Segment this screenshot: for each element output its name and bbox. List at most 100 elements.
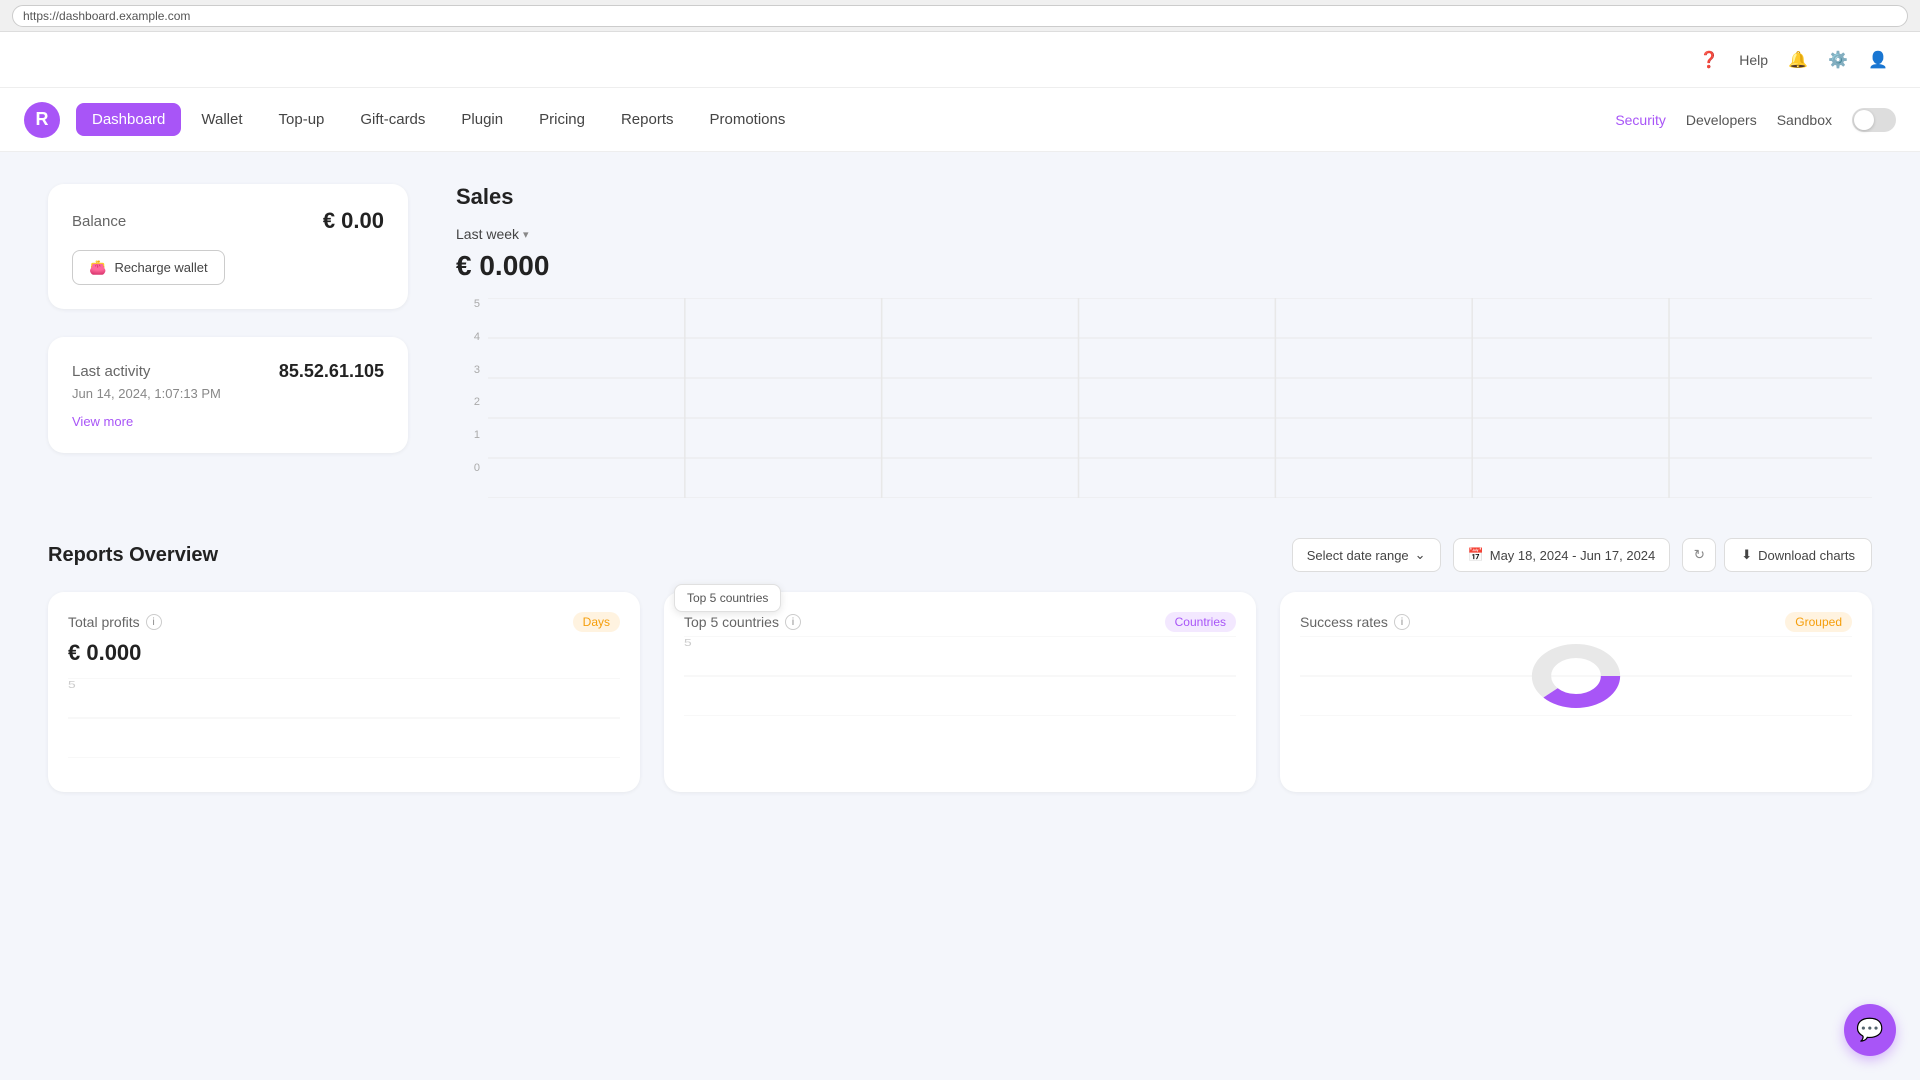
period-selector[interactable]: Last week ▾ xyxy=(456,226,529,242)
bell-icon[interactable]: 🔔 xyxy=(1788,50,1808,70)
reports-title: Reports Overview xyxy=(48,544,218,567)
recharge-wallet-button[interactable]: 👛 Recharge wallet xyxy=(72,250,225,285)
sales-title: Sales xyxy=(456,184,1872,210)
chat-fab-button[interactable]: 💬 xyxy=(1844,1004,1896,1056)
user-avatar-icon[interactable]: 👤 xyxy=(1868,50,1888,70)
chart-svg xyxy=(488,298,1872,498)
period-label: Last week xyxy=(456,226,519,242)
success-rates-label: Success rates xyxy=(1300,614,1388,630)
balance-label: Balance xyxy=(72,213,126,230)
download-charts-button[interactable]: ⬇ Download charts xyxy=(1724,538,1872,572)
y-label-4: 4 xyxy=(474,331,480,343)
top-5-countries-chart: 5 xyxy=(684,636,1236,716)
nav-security-link[interactable]: Security xyxy=(1615,112,1666,128)
date-range-display[interactable]: 📅 May 18, 2024 - Jun 17, 2024 xyxy=(1453,538,1671,572)
refresh-button[interactable]: ↻ xyxy=(1682,538,1716,572)
chart-area xyxy=(488,298,1872,498)
help-label[interactable]: Help xyxy=(1739,52,1768,68)
calendar-icon: 📅 xyxy=(1468,547,1484,563)
total-profits-card: Total profits i Days € 0.000 5 xyxy=(48,592,640,792)
activity-date: Jun 14, 2024, 1:07:13 PM xyxy=(72,386,384,401)
success-rates-title: Success rates i xyxy=(1300,614,1410,630)
reports-right-controls: ↻ ⬇ Download charts xyxy=(1682,538,1872,572)
chevron-down-icon: ⌄ xyxy=(1415,547,1426,563)
y-label-2: 2 xyxy=(474,396,480,408)
total-profits-chart: 5 xyxy=(68,678,620,758)
reports-controls: Select date range ⌄ 📅 May 18, 2024 - Jun… xyxy=(1292,538,1872,572)
activity-ip: 85.52.61.105 xyxy=(279,361,384,382)
chat-icon: 💬 xyxy=(1856,1017,1883,1043)
reports-grid: Total profits i Days € 0.000 5 xyxy=(48,592,1872,792)
nav-item-giftcards[interactable]: Gift-cards xyxy=(344,103,441,136)
address-bar[interactable] xyxy=(12,5,1908,27)
nav-item-reports[interactable]: Reports xyxy=(605,103,690,136)
top-5-countries-info-icon[interactable]: i xyxy=(785,614,801,630)
tooltip-box: Top 5 countries xyxy=(674,584,781,612)
nav-item-wallet[interactable]: Wallet xyxy=(185,103,258,136)
view-more-link[interactable]: View more xyxy=(72,414,133,429)
download-label: Download charts xyxy=(1758,548,1855,563)
browser-bar xyxy=(0,0,1920,32)
success-rates-card: Success rates i Grouped xyxy=(1280,592,1872,792)
success-rates-badge[interactable]: Grouped xyxy=(1785,612,1852,632)
tooltip-text: Top 5 countries xyxy=(687,591,768,605)
nav-item-plugin[interactable]: Plugin xyxy=(445,103,519,136)
sales-header: Last week ▾ xyxy=(456,226,1872,242)
nav-item-promotions[interactable]: Promotions xyxy=(694,103,802,136)
nav-right: Security Developers Sandbox xyxy=(1615,108,1896,132)
success-rates-info-icon[interactable]: i xyxy=(1394,614,1410,630)
help-icon[interactable]: ❓ xyxy=(1699,50,1719,70)
nav-item-dashboard[interactable]: Dashboard xyxy=(76,103,181,136)
gear-icon[interactable]: ⚙️ xyxy=(1828,50,1848,70)
date-range-label: Select date range xyxy=(1307,548,1409,563)
nav-item-topup[interactable]: Top-up xyxy=(263,103,341,136)
reports-section: Reports Overview Select date range ⌄ 📅 M… xyxy=(48,538,1872,792)
top-5-countries-label: Top 5 countries xyxy=(684,614,779,630)
wallet-icon: 👛 xyxy=(89,259,106,276)
nav-sandbox-label: Sandbox xyxy=(1777,112,1832,128)
y-label-5: 5 xyxy=(474,298,480,310)
top-5-countries-header: Top 5 countries i Countries xyxy=(684,612,1236,632)
svg-text:5: 5 xyxy=(68,679,76,691)
balance-card: Balance € 0.00 👛 Recharge wallet xyxy=(48,184,408,309)
main-content: Balance € 0.00 👛 Recharge wallet Last ac… xyxy=(0,152,1920,1080)
sales-chart: 5 4 3 2 1 0 xyxy=(456,298,1872,498)
total-profits-badge[interactable]: Days xyxy=(573,612,620,632)
total-profits-value: € 0.000 xyxy=(68,640,620,666)
utility-bar: ❓ Help 🔔 ⚙️ 👤 xyxy=(0,32,1920,88)
logo[interactable]: R xyxy=(24,102,60,138)
date-range-value: May 18, 2024 - Jun 17, 2024 xyxy=(1490,548,1656,563)
download-icon: ⬇ xyxy=(1741,547,1752,563)
total-profits-title: Total profits i xyxy=(68,614,162,630)
nav-developers-link[interactable]: Developers xyxy=(1686,112,1757,128)
nav-item-pricing[interactable]: Pricing xyxy=(523,103,601,136)
nav-items: Dashboard Wallet Top-up Gift-cards Plugi… xyxy=(76,103,1615,136)
y-label-3: 3 xyxy=(474,364,480,376)
sandbox-toggle[interactable] xyxy=(1852,108,1896,132)
left-panel: Balance € 0.00 👛 Recharge wallet Last ac… xyxy=(48,184,408,498)
balance-value: € 0.00 xyxy=(323,208,384,234)
logo-letter: R xyxy=(36,109,49,130)
right-panel: Sales Last week ▾ € 0.000 5 4 3 2 1 xyxy=(456,184,1872,498)
chevron-down-icon: ▾ xyxy=(523,228,529,241)
top-5-countries-badge[interactable]: Countries xyxy=(1165,612,1236,632)
success-rates-chart xyxy=(1300,636,1852,716)
dashboard-layout: Balance € 0.00 👛 Recharge wallet Last ac… xyxy=(48,184,1872,498)
activity-card: Last activity 85.52.61.105 Jun 14, 2024,… xyxy=(48,337,408,453)
total-profits-info-icon[interactable]: i xyxy=(146,614,162,630)
y-label-0: 0 xyxy=(474,462,480,474)
total-profits-label: Total profits xyxy=(68,614,140,630)
success-rates-header: Success rates i Grouped xyxy=(1300,612,1852,632)
date-range-button[interactable]: Select date range ⌄ xyxy=(1292,538,1441,572)
chart-y-axis: 5 4 3 2 1 0 xyxy=(456,298,484,474)
navbar: R Dashboard Wallet Top-up Gift-cards Plu… xyxy=(0,88,1920,152)
top-5-countries-title: Top 5 countries i xyxy=(684,614,801,630)
y-label-1: 1 xyxy=(474,429,480,441)
activity-card-header: Last activity 85.52.61.105 xyxy=(72,361,384,382)
sales-amount: € 0.000 xyxy=(456,250,1872,282)
svg-text:5: 5 xyxy=(684,637,692,649)
sales-section: Sales Last week ▾ € 0.000 5 4 3 2 1 xyxy=(456,184,1872,498)
balance-card-header: Balance € 0.00 xyxy=(72,208,384,234)
top-5-countries-card: Top 5 countries i Countries 5 Top 5 cou xyxy=(664,592,1256,792)
total-profits-header: Total profits i Days xyxy=(68,612,620,632)
